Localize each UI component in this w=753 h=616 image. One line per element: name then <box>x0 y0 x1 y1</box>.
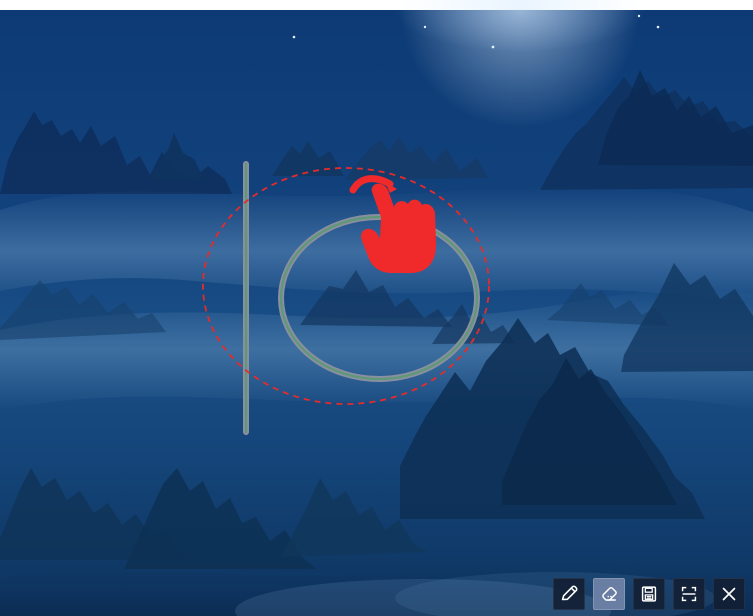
pencil-icon <box>561 585 578 601</box>
crop-button[interactable] <box>673 578 705 610</box>
save-button[interactable] <box>633 578 665 610</box>
eraser-icon <box>602 586 617 601</box>
save-icon <box>641 586 657 602</box>
pencil-button[interactable] <box>553 578 585 610</box>
scene <box>0 0 753 616</box>
close-button[interactable] <box>713 578 745 610</box>
bottom-toolbar <box>553 578 745 610</box>
eraser-button[interactable] <box>593 578 625 610</box>
drawing-canvas[interactable]: misty-night-forest <box>0 0 753 616</box>
close-icon <box>722 587 736 601</box>
crop-icon <box>681 586 697 602</box>
